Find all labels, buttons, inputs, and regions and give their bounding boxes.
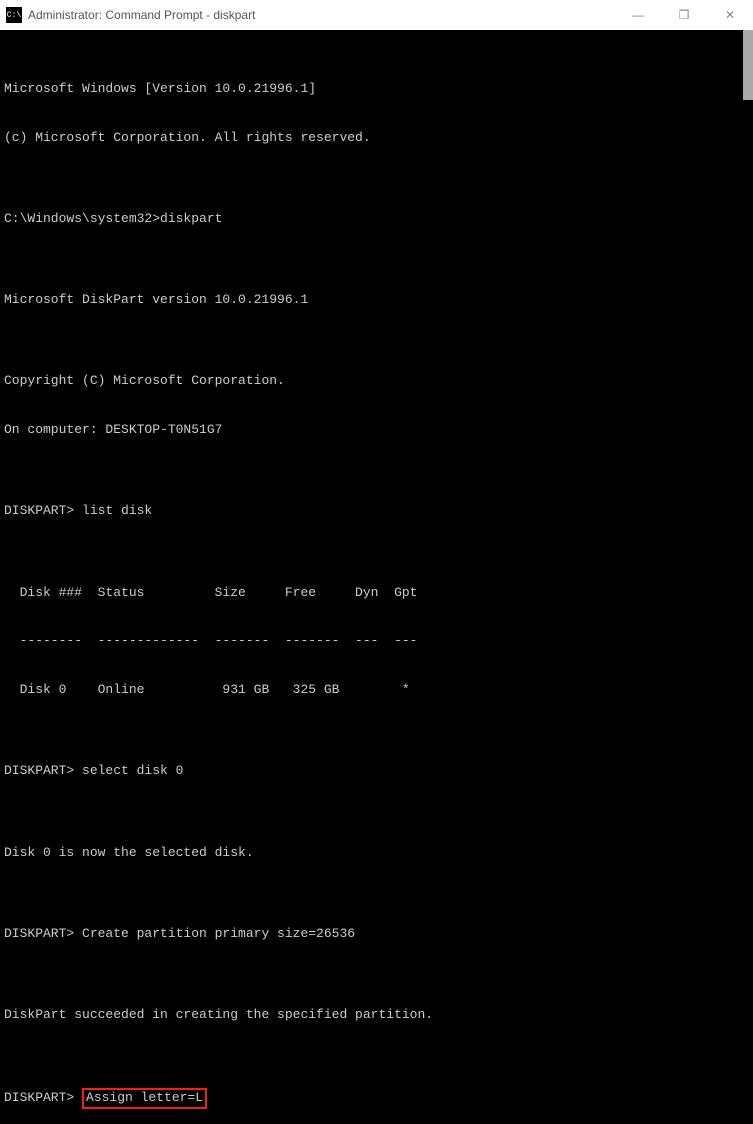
prompt-line: C:\Windows\system32>diskpart [4, 211, 749, 227]
prompt-line: DISKPART> Create partition primary size=… [4, 926, 749, 942]
scrollbar[interactable] [743, 30, 753, 100]
prompt-line: DISKPART> Assign letter=L [4, 1088, 749, 1108]
output-line: (c) Microsoft Corporation. All rights re… [4, 130, 749, 146]
window-title: Administrator: Command Prompt - diskpart [28, 8, 615, 22]
terminal-area[interactable]: Microsoft Windows [Version 10.0.21996.1]… [0, 30, 753, 562]
output-line: Copyright (C) Microsoft Corporation. [4, 373, 749, 389]
table-header: Disk ### Status Size Free Dyn Gpt [4, 585, 749, 601]
output-line: Microsoft Windows [Version 10.0.21996.1] [4, 81, 749, 97]
output-line: On computer: DESKTOP-T0N51G7 [4, 422, 749, 438]
output-line: Disk 0 is now the selected disk. [4, 845, 749, 861]
window-controls: — ❐ ✕ [615, 0, 753, 30]
minimize-button[interactable]: — [615, 0, 661, 30]
cmd-icon: C:\ [6, 7, 22, 23]
prompt-line: DISKPART> select disk 0 [4, 763, 749, 779]
highlighted-command: Assign letter=L [82, 1088, 207, 1108]
table-divider: -------- ------------- ------- ------- -… [4, 633, 749, 649]
titlebar: C:\ Administrator: Command Prompt - disk… [0, 0, 753, 30]
prompt-text: DISKPART> [4, 1090, 82, 1105]
close-button[interactable]: ✕ [707, 0, 753, 30]
maximize-button[interactable]: ❐ [661, 0, 707, 30]
prompt-line: DISKPART> list disk [4, 503, 749, 519]
table-row: Disk 0 Online 931 GB 325 GB * [4, 682, 749, 698]
output-line: DiskPart succeeded in creating the speci… [4, 1007, 749, 1023]
output-line: Microsoft DiskPart version 10.0.21996.1 [4, 292, 749, 308]
